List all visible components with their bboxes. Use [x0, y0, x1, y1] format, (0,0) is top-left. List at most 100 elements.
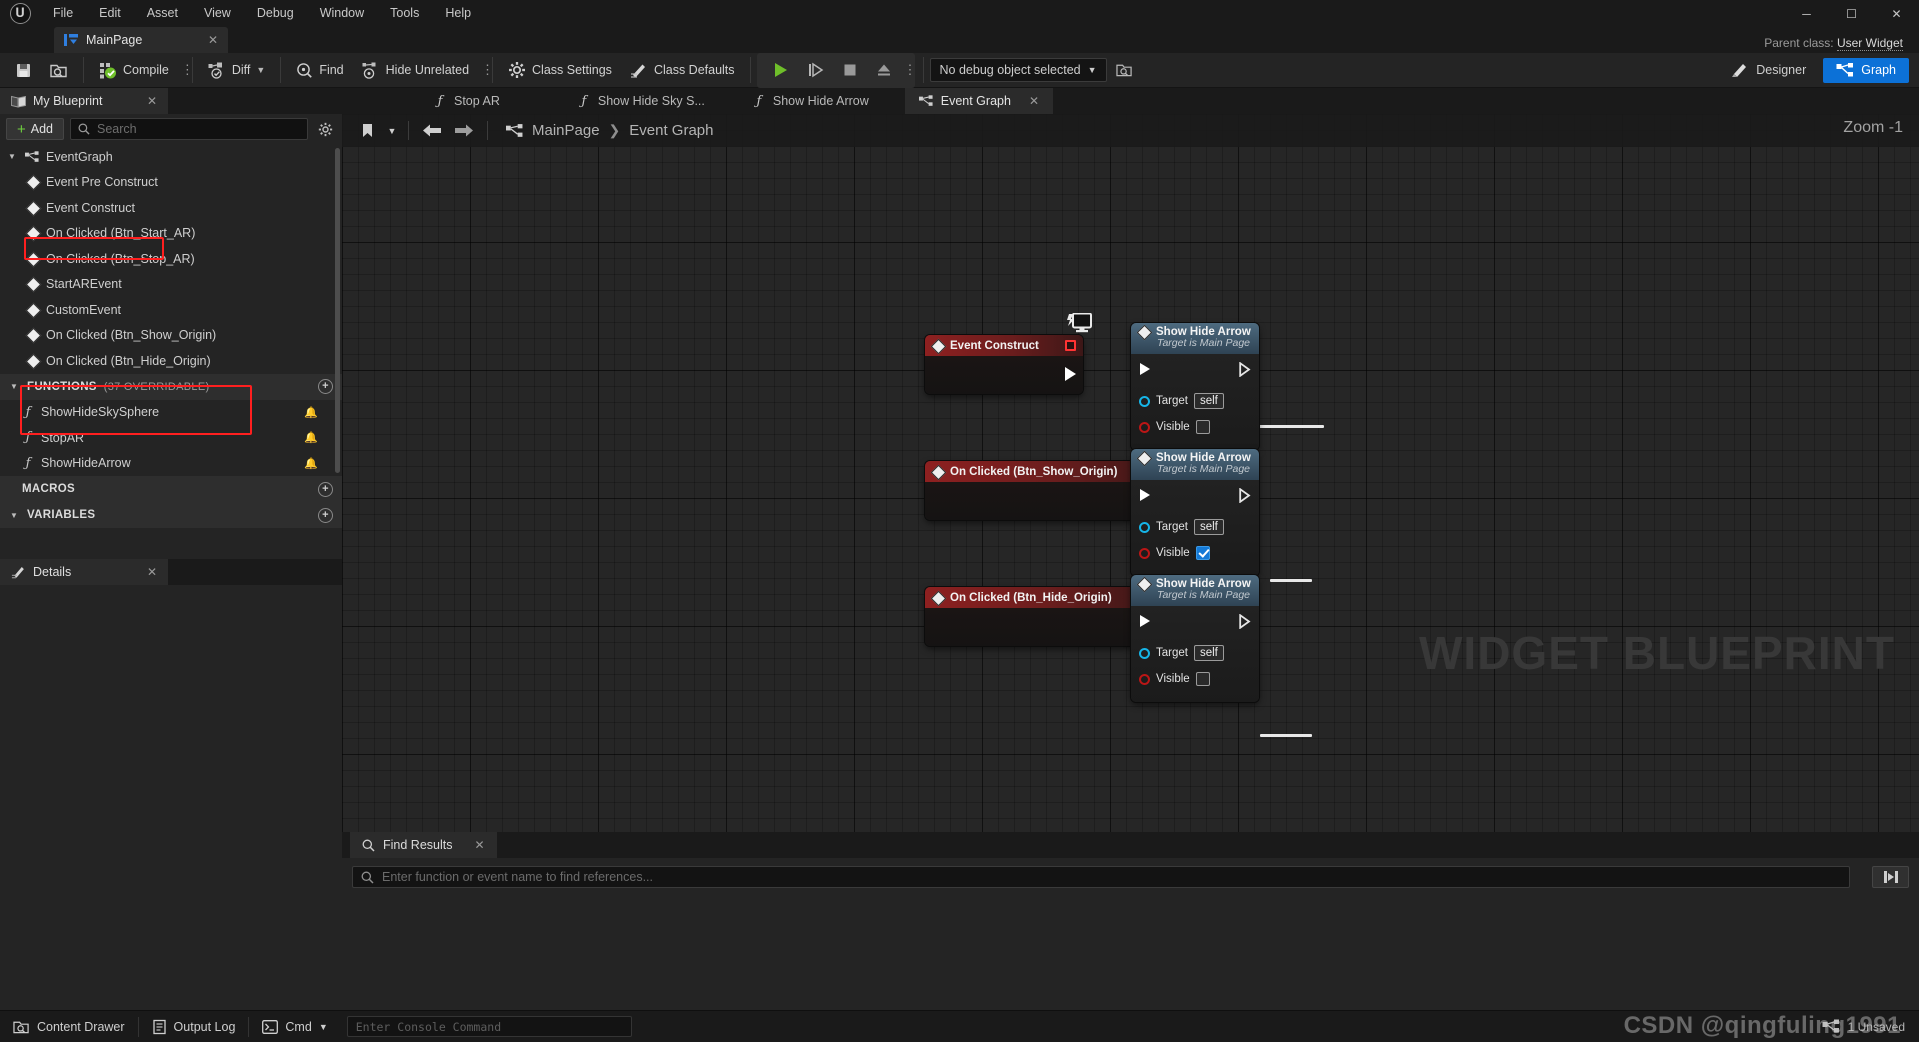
compile-button[interactable]: Compile — [90, 56, 178, 85]
add-function-icon[interactable]: + — [318, 379, 333, 394]
details-close-icon[interactable]: ✕ — [147, 565, 157, 579]
hide-unrelated-button[interactable]: Hide Unrelated — [353, 56, 478, 85]
debug-browse-button[interactable] — [1107, 56, 1142, 85]
exec-input-pin[interactable] — [1140, 489, 1150, 501]
source-control-icon[interactable] — [1822, 1019, 1840, 1034]
nav-back-button[interactable] — [417, 119, 447, 143]
menu-item-help[interactable]: Help — [432, 0, 484, 27]
list-item-event-construct[interactable]: Event Construct — [0, 195, 342, 221]
step-button[interactable] — [798, 56, 833, 85]
node-show-hide-arrow-1[interactable]: Show Hide Arrow Target is Main Page Targ… — [1131, 323, 1259, 450]
menu-item-edit[interactable]: Edit — [86, 0, 134, 27]
pin-row-target[interactable]: Target self — [1131, 640, 1259, 666]
diff-button[interactable]: Diff ▼ — [199, 56, 274, 85]
minimize-icon[interactable]: ─ — [1784, 0, 1829, 27]
override-bell-icon[interactable]: 🔔 — [304, 406, 318, 419]
menu-item-debug[interactable]: Debug — [244, 0, 307, 27]
list-item-on-clicked-btn-stop-ar[interactable]: On Clicked (Btn_Stop_AR) — [0, 246, 342, 272]
override-bell-icon[interactable]: 🔔 — [304, 457, 318, 470]
asset-tab-close-icon[interactable]: ✕ — [190, 33, 218, 47]
list-item-stopar[interactable]: ƒ StopAR 🔔 — [0, 425, 342, 451]
parent-class-link[interactable]: User Widget — [1836, 36, 1903, 51]
menu-item-tools[interactable]: Tools — [377, 0, 432, 27]
target-pin-icon[interactable] — [1139, 647, 1150, 659]
node-event-construct[interactable]: Event Construct — [925, 313, 1092, 394]
find-button[interactable]: Find — [287, 56, 352, 85]
find-results-close-icon[interactable]: ✕ — [474, 838, 484, 852]
node-show-hide-arrow-2[interactable]: Show Hide Arrow Target is Main Page Targ… — [1131, 449, 1259, 576]
chevron-down-icon[interactable]: ▼ — [319, 1022, 328, 1032]
breakpoint-icon[interactable] — [1065, 340, 1076, 351]
tab-graph[interactable]: Graph — [1823, 57, 1909, 83]
content-drawer-button[interactable]: Content Drawer — [0, 1011, 138, 1042]
console-command-input[interactable]: Enter Console Command — [346, 1016, 632, 1037]
section-variables[interactable]: ▼ VARIABLES + — [0, 502, 342, 528]
play-overflow-icon[interactable]: ⋮ — [901, 62, 917, 78]
section-macros[interactable]: MACROS + — [0, 476, 342, 502]
tab-details[interactable]: Details ✕ — [0, 559, 168, 585]
chevron-down-icon[interactable]: ▼ — [384, 119, 400, 143]
close-icon[interactable]: ✕ — [1874, 0, 1919, 27]
target-pin-value[interactable]: self — [1193, 519, 1224, 535]
breadcrumb-item-event-graph[interactable]: Event Graph — [629, 122, 713, 139]
add-button[interactable]: + Add — [6, 118, 65, 140]
add-variable-icon[interactable]: + — [318, 507, 333, 523]
find-filter-button[interactable] — [1872, 866, 1909, 888]
menu-item-view[interactable]: View — [191, 0, 244, 27]
debug-object-select[interactable]: No debug object selected ▼ — [929, 58, 1107, 82]
browse-to-asset-button[interactable] — [41, 56, 77, 85]
exec-output-pin[interactable] — [1239, 362, 1251, 377]
exec-input-pin[interactable] — [1140, 615, 1150, 627]
node-on-clicked-show-origin[interactable]: On Clicked (Btn_Show_Origin) — [925, 461, 1161, 520]
cmd-button[interactable]: Cmd ▼ — [249, 1011, 340, 1042]
blueprint-graph-canvas[interactable]: ▼ MainPage ❯ Event Graph Zoom -1 WIDGET … — [342, 114, 1919, 832]
save-button[interactable] — [6, 56, 41, 85]
exec-output-pin[interactable] — [1239, 488, 1251, 503]
my-blueprint-close-icon[interactable]: ✕ — [147, 94, 157, 108]
monitor-debug-icon[interactable] — [1065, 313, 1093, 335]
class-defaults-button[interactable]: Class Defaults — [621, 56, 744, 85]
tab-designer[interactable]: Designer — [1718, 58, 1819, 83]
pin-row-target[interactable]: Target self — [1131, 388, 1259, 414]
graph-tab-show-hide-arrow[interactable]: ƒ Show Hide Arrow — [739, 88, 883, 114]
list-item-on-clicked-btn-start-ar[interactable]: On Clicked (Btn_Start_AR) — [0, 221, 342, 247]
menu-item-window[interactable]: Window — [307, 0, 377, 27]
my-blueprint-list[interactable]: ▼ EventGraph Event Pre Construct Event C… — [0, 144, 342, 559]
chevron-down-icon[interactable]: ▼ — [10, 511, 20, 520]
target-pin-value[interactable]: self — [1193, 393, 1224, 409]
asset-tab-mainpage[interactable]: MainPage ✕ — [54, 27, 228, 53]
class-settings-button[interactable]: Class Settings — [499, 56, 621, 85]
graph-tab-event-graph[interactable]: Event Graph ✕ — [904, 88, 1053, 114]
maximize-icon[interactable]: ☐ — [1829, 0, 1874, 27]
graph-tab-show-hide-sky-sphere[interactable]: ƒ Show Hide Sky S... — [564, 88, 719, 114]
visible-checkbox[interactable] — [1195, 546, 1210, 560]
target-pin-value[interactable]: self — [1193, 645, 1224, 661]
hide-unrelated-overflow-icon[interactable]: ⋮ — [478, 62, 494, 78]
chevron-down-icon[interactable]: ▼ — [256, 65, 265, 75]
pin-row-visible[interactable]: Visible — [1131, 666, 1259, 692]
breadcrumb-item-mainpage[interactable]: MainPage — [532, 122, 600, 139]
visible-pin-icon[interactable] — [1139, 547, 1150, 559]
visible-pin-icon[interactable] — [1139, 421, 1150, 433]
menu-item-file[interactable]: File — [40, 0, 86, 27]
list-item-showhidearrow[interactable]: ƒ ShowHideArrow 🔔 — [0, 451, 342, 477]
graph-tab-close-icon[interactable]: ✕ — [1029, 94, 1039, 108]
chevron-down-icon[interactable]: ▼ — [8, 152, 18, 161]
visible-checkbox[interactable] — [1195, 420, 1210, 434]
visible-pin-icon[interactable] — [1139, 673, 1150, 685]
node-show-hide-arrow-3[interactable]: Show Hide Arrow Target is Main Page Targ… — [1131, 575, 1259, 702]
list-item-startarevent[interactable]: StartAREvent — [0, 272, 342, 298]
tab-find-results[interactable]: Find Results ✕ — [350, 832, 497, 858]
tab-my-blueprint[interactable]: My Blueprint ✕ — [0, 88, 168, 114]
pin-row-visible[interactable]: Visible — [1131, 540, 1259, 566]
list-item-showhideskysphere[interactable]: ƒ ShowHideSkySphere 🔔 — [0, 400, 342, 426]
list-item-event-pre-construct[interactable]: Event Pre Construct — [0, 170, 342, 196]
graph-tab-stop-ar[interactable]: ƒ Stop AR — [420, 88, 514, 114]
node-on-clicked-hide-origin[interactable]: On Clicked (Btn_Hide_Origin) — [925, 587, 1152, 646]
list-item-eventgraph[interactable]: ▼ EventGraph — [0, 144, 342, 170]
exec-output-pin[interactable] — [1239, 614, 1251, 629]
nav-forward-button[interactable] — [449, 119, 479, 143]
unreal-engine-logo-icon[interactable]: 𝐔 — [0, 0, 40, 27]
chevron-down-icon[interactable]: ▼ — [10, 382, 20, 391]
exec-input-pin[interactable] — [1140, 363, 1150, 375]
